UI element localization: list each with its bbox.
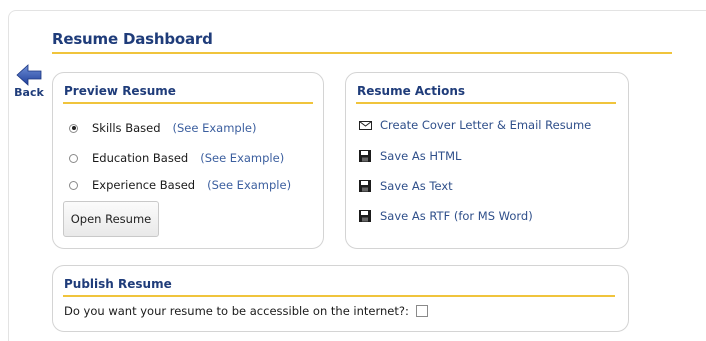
publish-resume-panel: Publish Resume Do you want your resume t… (52, 265, 629, 332)
option-skills-based: Skills Based (See Example) (69, 121, 256, 135)
preview-resume-panel: Preview Resume Skills Based (See Example… (52, 72, 324, 249)
actions-heading-rule (356, 102, 616, 104)
option-education-based: Education Based (See Example) (69, 151, 284, 165)
publish-checkbox[interactable] (415, 305, 428, 317)
resume-actions-panel: Resume Actions Create Cover Letter & Ema… (345, 72, 629, 249)
save-as-html-label: Save As HTML (380, 149, 462, 163)
back-label: Back (14, 86, 44, 99)
save-as-html-link[interactable]: Save As HTML (358, 149, 461, 163)
envelope-icon (358, 118, 372, 132)
publish-resume-heading: Publish Resume (64, 277, 172, 291)
option-experience-based: Experience Based (See Example) (69, 178, 291, 192)
education-based-radio[interactable] (69, 153, 78, 163)
publish-heading-rule (63, 295, 615, 297)
title-divider (52, 52, 672, 54)
floppy-disk-icon (358, 149, 372, 163)
save-as-rtf-label: Save As RTF (for MS Word) (380, 209, 533, 223)
page-title: Resume Dashboard (52, 30, 213, 48)
experience-based-label: Experience Based (92, 178, 196, 192)
back-arrow-icon (16, 64, 42, 86)
experience-based-radio[interactable] (69, 180, 78, 190)
open-resume-button[interactable]: Open Resume (63, 201, 159, 237)
publish-question-label: Do you want your resume to be accessible… (64, 304, 409, 318)
save-as-rtf-link[interactable]: Save As RTF (for MS Word) (358, 209, 533, 223)
skills-based-label: Skills Based (92, 121, 161, 135)
education-based-example-link[interactable]: (See Example) (200, 151, 284, 165)
resume-actions-heading: Resume Actions (357, 84, 466, 98)
save-as-text-link[interactable]: Save As Text (358, 179, 453, 193)
preview-resume-heading: Preview Resume (64, 84, 176, 98)
education-based-label: Education Based (92, 151, 189, 165)
floppy-disk-icon (358, 179, 372, 193)
create-cover-letter-link[interactable]: Create Cover Letter & Email Resume (358, 118, 591, 132)
publish-question-row: Do you want your resume to be accessible… (64, 304, 428, 318)
skills-based-radio[interactable] (69, 123, 78, 133)
create-cover-letter-label: Create Cover Letter & Email Resume (380, 118, 592, 132)
preview-heading-rule (63, 102, 313, 104)
skills-based-example-link[interactable]: (See Example) (173, 121, 257, 135)
back-button[interactable]: Back (10, 64, 48, 99)
save-as-text-label: Save As Text (380, 179, 453, 193)
floppy-disk-icon (358, 209, 372, 223)
experience-based-example-link[interactable]: (See Example) (207, 178, 291, 192)
